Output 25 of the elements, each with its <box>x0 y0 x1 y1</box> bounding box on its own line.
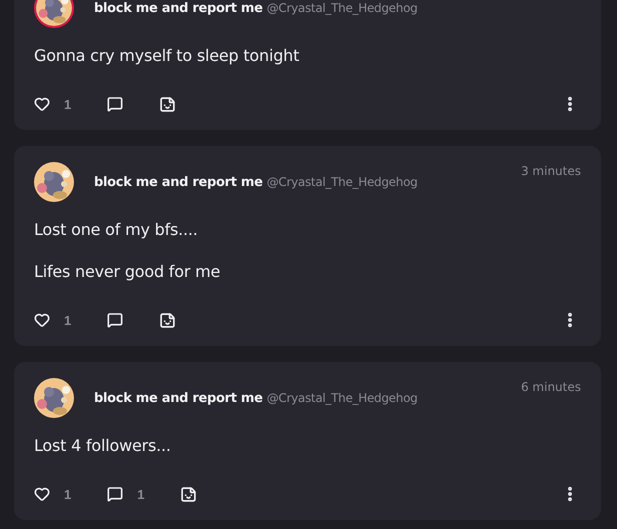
sticker-icon[interactable] <box>180 486 198 502</box>
author-name[interactable]: block me and report me <box>94 174 263 190</box>
heart-icon[interactable] <box>34 486 50 502</box>
heart-icon[interactable] <box>34 312 50 328</box>
sticker-icon[interactable] <box>159 312 176 328</box>
author-handle: @Cryastal_The_Hedgehog <box>266 174 418 188</box>
post-time: 6 minutes <box>520 380 581 394</box>
post-text: Lifes never good for me <box>34 261 222 283</box>
speech-bubble-icon[interactable] <box>107 96 124 112</box>
post-time: 3 minutes <box>520 164 581 178</box>
comment-count: 1 <box>137 486 144 502</box>
like-count: 1 <box>64 312 72 328</box>
author-name[interactable]: block me and report me <box>94 0 263 16</box>
speech-bubble-icon[interactable] <box>107 312 124 328</box>
post-text: Gonna cry myself to sleep tonight <box>34 45 300 67</box>
like-count: 1 <box>64 96 72 112</box>
post-text: Lost 4 followers... <box>34 435 172 457</box>
sticker-icon[interactable] <box>159 96 176 112</box>
like-count: 1 <box>64 486 72 502</box>
author-handle: @Cryastal_The_Hedgehog <box>266 0 418 14</box>
author-name[interactable]: block me and report me <box>94 390 263 406</box>
heart-icon[interactable] <box>34 96 50 112</box>
author-handle: @Cryastal_The_Hedgehog <box>266 390 418 404</box>
speech-bubble-icon[interactable] <box>107 486 124 502</box>
post-text: Lost one of my bfs.... <box>34 219 199 241</box>
